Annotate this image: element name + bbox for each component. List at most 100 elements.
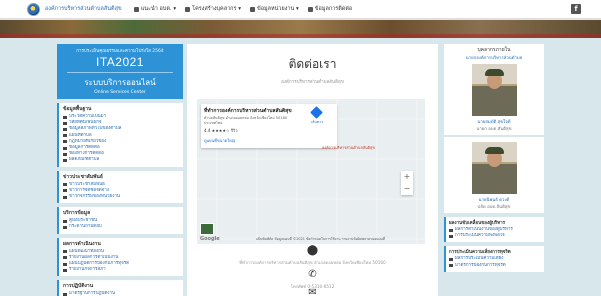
contact-email: ✉ [187, 288, 438, 296]
sidebar-link-label: กระดานถามตอบ [69, 224, 102, 230]
menu-item-agency[interactable]: ข้อมูลหน่วยงาน ▾ [249, 5, 299, 13]
menu-label: โครงสร้างบุคลากร ▾ [192, 6, 241, 12]
bullet-icon [63, 159, 67, 163]
bullet-icon [449, 228, 453, 232]
section-title: ผลงานขับเคลื่อนของผู้บริหาร [449, 221, 506, 226]
contact-content: ติดต่อเรา องค์การบริหารส่วนตำบลสันติสุข … [187, 44, 438, 296]
sidebar-section: การประเมินความเสี่ยงการทุจริต ผลการประเมิ… [444, 246, 544, 272]
bullet-icon [63, 115, 67, 119]
zoom-out-button[interactable]: − [401, 183, 413, 195]
google-map[interactable]: ที่ทำการองค์การบริหารส่วนตำบลสันติสุข ตำ… [197, 99, 425, 244]
bullet-icon [63, 256, 67, 260]
ita-title: ITA2021 [96, 55, 144, 69]
ita-subtitle: การประเมินคุณธรรมและความโปร่งใส 2564 [76, 49, 164, 54]
sidebar-section: บริการข้อมูล คู่มือประชาชน กระดานถามตอบ [57, 207, 183, 234]
menu-label: ข้อมูลการติดต่อ [314, 6, 353, 12]
contact-address: ⬤ ที่ทำการองค์การบริหารส่วนตำบลสันติสุข … [187, 246, 438, 266]
sidebar-link[interactable]: กระดานถามตอบ [63, 224, 179, 230]
sidebar-section: ข้อมูลพื้นฐาน ประวัติความเป็นมา วิสัยทัศน์… [57, 103, 183, 167]
menu-label: แนะนำ อบต. ▾ [140, 6, 177, 12]
sidebar-link[interactable]: ข่าวกิจกรรมของหน่วยงาน [63, 194, 179, 200]
larger-map-link[interactable]: ดูแผนที่ขนาดใหญ่ [204, 137, 334, 144]
page-subtitle: องค์การบริหารส่วนตำบลสันติสุข [281, 80, 344, 85]
card-heading: บุคลากรภายใน [477, 47, 511, 53]
sidebar-link-label: รายงานกิจการสภา [69, 267, 106, 273]
online-services-title: ระบบบริการออนไลน์ [84, 78, 156, 87]
email-icon: ✉ [308, 287, 317, 296]
menu-item-contact[interactable]: ข้อมูลการติดต่อ [307, 5, 353, 13]
sidebar-link-label: ผลิตภัณฑ์ตำบล [69, 157, 100, 163]
sidebar-link-label: มาตรฐานการปฏิบัติงาน [69, 291, 116, 296]
bullet-icon [449, 264, 453, 268]
right-sidebar: บุคลากรภายใน นายกองค์การบริหารส่วนตำบล น… [444, 44, 544, 296]
bullet-icon [63, 140, 67, 144]
menu-item-structure[interactable]: โครงสร้างบุคลากร ▾ [185, 5, 241, 13]
sidebar-link[interactable]: รายงานกิจการสภา [63, 267, 179, 273]
sidebar-link[interactable]: ผลิตภัณฑ์ตำบล [63, 157, 179, 163]
logo[interactable] [27, 2, 40, 16]
org-icon [185, 6, 191, 12]
directions-button[interactable]: เส้นทาง [310, 106, 324, 125]
sidebar-link-label: การประเมินความพึงพอใจ [455, 233, 505, 239]
facebook-icon[interactable]: f [571, 4, 581, 14]
section-title: การประเมินความเสี่ยงการทุจริต [449, 250, 511, 256]
top-navbar: องค์การบริหารส่วนตำบลสันติสุข แนะนำ อบต.… [0, 0, 601, 19]
map-pin-label[interactable]: องค์การบริหารส่วนตำบลสันติสุข [322, 145, 375, 151]
sidebar-link-label: ข่าวกิจกรรมของหน่วยงาน [69, 194, 120, 200]
bullet-icon [63, 268, 67, 272]
page-title: ติดต่อเรา [288, 57, 337, 71]
header-banner [0, 20, 601, 38]
brand-name[interactable]: องค์การบริหารส่วนตำบลสันติสุข [45, 5, 122, 13]
phone-icon: ✆ [308, 269, 317, 280]
executive-photo [471, 64, 517, 116]
executive-photo [471, 142, 517, 194]
bullet-icon [63, 189, 67, 193]
left-sidebar: การประเมินคุณธรรมและความโปร่งใส 2564 ITA… [57, 44, 183, 296]
sidebar-section: ผลการดำเนินงาน แผนพัฒนาท้องถิ่น รายงานผลกา… [57, 237, 183, 277]
directions-label: เส้นทาง [310, 120, 323, 124]
section-title: บริการข้อมูล [63, 210, 91, 217]
executive-card: นายนิพนธ์ ดวงดี ปลัด อบต.สันติสุข [444, 137, 544, 213]
card-subheading: นายกองค์การบริหารส่วนตำบล [465, 56, 523, 61]
executive-role: นายก อบต.สันติสุข [476, 127, 512, 132]
directions-icon [310, 106, 324, 119]
contact-icon [307, 6, 313, 12]
map-footer[interactable]: แป้นพิมพ์ลัด ข้อมูลแผนที่ ©2021 ข้อกำหนด… [256, 237, 385, 242]
zoom-in-button[interactable]: + [401, 171, 413, 183]
executive-role: ปลัด อบต.สันติสุข [477, 205, 511, 210]
bullet-icon [449, 258, 453, 261]
satellite-toggle[interactable] [200, 223, 214, 235]
menu-item-about[interactable]: แนะนำ อบต. ▾ [133, 5, 177, 13]
bullet-icon [63, 219, 67, 223]
address-text: ที่ทำการองค์การบริหารส่วนตำบลสันติสุข อำ… [239, 260, 386, 265]
bullet-icon [63, 226, 67, 230]
section-title: ข้อมูลพื้นฐาน [63, 106, 92, 112]
bullet-icon [63, 121, 67, 125]
main-menu: แนะนำ อบต. ▾ โครงสร้างบุคลากร ▾ ข้อมูลหน… [133, 5, 353, 13]
sidebar-link[interactable]: มาตรฐานการปฏิบัติงาน [63, 291, 179, 296]
place-address: ตำบลสันติสุข อำเภอดอยหล่อ จังหวัดเชียงให… [204, 116, 288, 125]
sidebar-section: การปฏิบัติงาน มาตรฐานการปฏิบัติงาน [57, 280, 183, 296]
bullet-icon [449, 234, 453, 238]
zoom-control: + − [401, 171, 413, 195]
bullet-icon [63, 262, 67, 266]
sidebar-section: ผลงานขับเคลื่อนของผู้บริหาร ผลการดำเนินงา… [444, 217, 544, 243]
menu-label: ข้อมูลหน่วยงาน ▾ [256, 6, 299, 12]
section-title: การปฏิบัติงาน [63, 283, 94, 290]
sidebar-link[interactable]: มาตรการป้องกันการทุจริต [449, 263, 541, 269]
home-icon [133, 6, 139, 12]
executive-name: นายสมบัติ สุขใจดี [477, 120, 511, 125]
bullet-icon [63, 146, 67, 150]
ita-banner[interactable]: การประเมินคุณธรรมและความโปร่งใส 2564 ITA… [57, 44, 183, 99]
place-rating[interactable]: 4.4 ★★★★☆ รีวิว [204, 127, 334, 134]
sidebar-section: ข่าวประชาสัมพันธ์ ข่าวประชาสัมพันธ์ ข่าวกา… [57, 170, 183, 204]
divider [67, 72, 173, 73]
sidebar-link[interactable]: การประเมินความพึงพอใจ [449, 233, 541, 239]
map-place-card: ที่ทำการองค์การบริหารส่วนตำบลสันติสุข ตำ… [201, 104, 337, 148]
section-title: ผลการดำเนินงาน [63, 240, 101, 247]
google-logo: Google [200, 236, 220, 242]
bullet-icon [63, 128, 67, 131]
bullet-icon [63, 134, 67, 138]
bullet-icon [63, 183, 67, 187]
info-icon [249, 6, 255, 12]
